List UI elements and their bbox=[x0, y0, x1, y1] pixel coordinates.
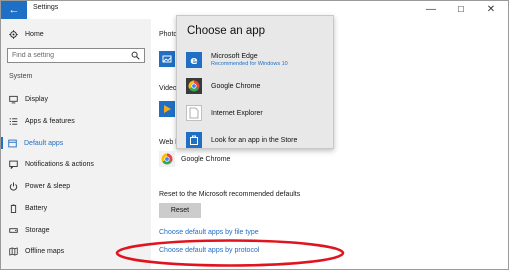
apps-features-icon bbox=[9, 117, 18, 125]
close-button[interactable]: ✕ bbox=[476, 1, 506, 19]
home-label: Home bbox=[25, 30, 44, 38]
edge-icon: e bbox=[186, 52, 202, 68]
flyout-item-microsoft-edge[interactable]: e Microsoft Edge Recommended for Windows… bbox=[186, 50, 331, 70]
web-browser-name: Google Chrome bbox=[181, 155, 231, 163]
storage-icon bbox=[9, 227, 18, 233]
maximize-button[interactable]: ☐ bbox=[446, 1, 476, 19]
window-title: Settings bbox=[33, 4, 59, 11]
sidebar-item-label: Notifications & actions bbox=[25, 160, 94, 168]
reset-button[interactable]: Reset bbox=[159, 203, 201, 218]
web-browser-default-app[interactable]: Google Chrome bbox=[159, 151, 230, 167]
sidebar: Home System Display bbox=[1, 19, 151, 269]
photos-icon bbox=[162, 55, 172, 63]
sidebar-item-display[interactable]: Display bbox=[1, 92, 151, 106]
video-player-label: Video bbox=[159, 85, 177, 92]
sidebar-item-label: Offline maps bbox=[25, 247, 65, 255]
sidebar-item-label: Apps & features bbox=[25, 117, 75, 125]
sidebar-item-power-sleep[interactable]: Power & sleep bbox=[1, 179, 151, 193]
offline-maps-icon bbox=[9, 246, 18, 256]
battery-icon bbox=[10, 203, 17, 213]
sidebar-item-label: Power & sleep bbox=[25, 182, 71, 190]
photo-viewer-label: Photo bbox=[159, 31, 178, 38]
sidebar-item-default-apps[interactable]: Default apps bbox=[1, 136, 151, 150]
sidebar-item-label: Storage bbox=[25, 226, 50, 234]
flyout-item-internet-explorer[interactable]: Internet Explorer bbox=[186, 103, 331, 123]
sidebar-item-apps-features[interactable]: Apps & features bbox=[1, 114, 151, 128]
section-label-system: System bbox=[9, 73, 33, 80]
choose-by-file-type-link[interactable]: Choose default apps by file type bbox=[159, 229, 259, 236]
power-icon bbox=[9, 182, 18, 191]
home-nav-item[interactable]: Home bbox=[9, 28, 44, 40]
video-icon bbox=[164, 105, 171, 113]
flyout-item-name: Look for an app in the Store bbox=[211, 136, 298, 144]
chrome-icon bbox=[159, 151, 175, 167]
chrome-icon bbox=[186, 78, 202, 94]
photo-viewer-default-app[interactable] bbox=[159, 51, 175, 67]
flyout-title: Choose an app bbox=[187, 25, 266, 37]
minimize-button[interactable]: — bbox=[416, 1, 446, 19]
flyout-item-store[interactable]: Look for an app in the Store bbox=[186, 130, 331, 148]
flyout-item-name: Microsoft Edge bbox=[211, 53, 258, 60]
flyout-item-name: Google Chrome bbox=[211, 82, 261, 90]
sidebar-item-battery[interactable]: Battery bbox=[1, 201, 151, 215]
default-apps-icon bbox=[8, 139, 17, 147]
display-icon bbox=[9, 95, 18, 103]
flyout-item-google-chrome[interactable]: Google Chrome bbox=[186, 76, 331, 96]
settings-window: ← Settings — ☐ ✕ Home System bbox=[0, 0, 509, 270]
sidebar-item-label: Display bbox=[25, 95, 48, 103]
sidebar-item-label: Battery bbox=[25, 204, 48, 212]
sidebar-item-notifications[interactable]: Notifications & actions bbox=[1, 157, 151, 171]
search-box[interactable] bbox=[7, 48, 145, 63]
store-icon bbox=[186, 132, 202, 148]
gear-icon bbox=[9, 29, 18, 39]
search-icon[interactable] bbox=[131, 51, 140, 60]
choose-by-protocol-link[interactable]: Choose default apps by protocol bbox=[159, 247, 259, 254]
search-input[interactable] bbox=[12, 50, 122, 61]
flyout-item-name: Internet Explorer bbox=[211, 109, 263, 117]
flyout-item-subtitle: Recommended for Windows 10 bbox=[211, 61, 288, 67]
sidebar-item-label: Default apps bbox=[24, 139, 64, 147]
sidebar-item-storage[interactable]: Storage bbox=[1, 223, 151, 237]
back-button[interactable]: ← bbox=[1, 1, 27, 19]
notifications-icon bbox=[9, 160, 18, 169]
internet-explorer-icon bbox=[186, 105, 202, 121]
sidebar-item-offline-maps[interactable]: Offline maps bbox=[1, 244, 151, 258]
video-player-default-app[interactable] bbox=[159, 101, 175, 117]
choose-app-flyout: Choose an app e Microsoft Edge Recommend… bbox=[176, 15, 334, 149]
reset-description: Reset to the Microsoft recommended defau… bbox=[159, 191, 301, 198]
